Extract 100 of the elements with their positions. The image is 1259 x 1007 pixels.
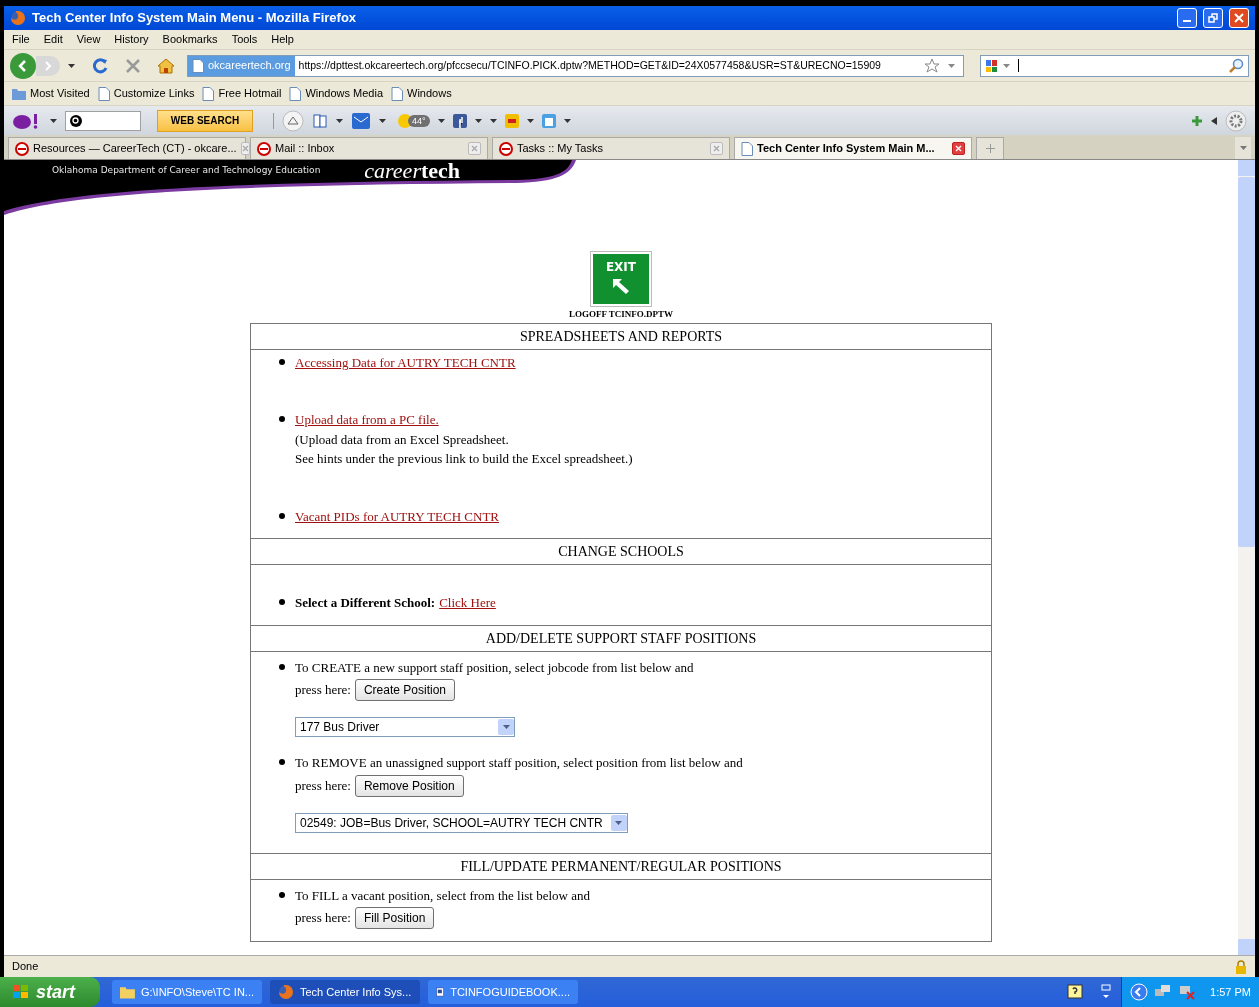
exit-sign-button[interactable]: EXIT <box>591 252 651 306</box>
action-button[interactable]: Remove Position <box>354 774 464 797</box>
bookmark-item[interactable]: Windows <box>391 85 452 102</box>
close-icon <box>1234 13 1244 23</box>
back-button[interactable] <box>10 52 36 79</box>
bookmark-item[interactable]: Free Hotmail <box>202 85 282 102</box>
instruction-text: To FILL a vacant position, select from the list below and <box>295 886 590 905</box>
search-field[interactable] <box>980 54 1249 77</box>
stop-icon[interactable] <box>125 57 141 74</box>
minimize-button[interactable] <box>1177 8 1197 28</box>
bullet-icon <box>279 599 285 605</box>
shop-icon[interactable] <box>504 113 519 128</box>
folder-icon <box>12 87 26 100</box>
taskbar-button[interactable]: Tech Center Info Sys... <box>270 980 420 1004</box>
new-tab-button[interactable] <box>976 137 1004 159</box>
toolbar-tool-icon[interactable] <box>282 109 304 132</box>
calendar-icon[interactable] <box>541 113 556 128</box>
section-header: FILL/UPDATE PERMANENT/REGULAR POSITIONS <box>251 853 991 880</box>
star-icon[interactable] <box>924 57 940 74</box>
mail-icon[interactable] <box>351 111 371 130</box>
browser-tab[interactable]: Tasks :: My Tasks <box>492 137 730 159</box>
home-icon[interactable] <box>157 57 175 74</box>
caret-icon <box>502 725 510 729</box>
action-button[interactable]: Fill Position <box>354 907 435 929</box>
restore-button[interactable] <box>1203 8 1223 28</box>
taskbar-button[interactable]: G:\INFO\Steve\TC IN... <box>112 980 262 1004</box>
click-here-link[interactable]: Click Here <box>439 593 496 613</box>
report-link[interactable]: Upload data from a PC file. <box>295 410 633 430</box>
caret-icon <box>526 118 534 123</box>
status-text: Done <box>12 959 40 975</box>
bullet-icon <box>279 759 285 765</box>
browser-tab[interactable]: Mail :: Inbox <box>250 137 488 159</box>
bookmark-item[interactable]: Windows Media <box>289 85 384 102</box>
bookmark-item[interactable]: Most Visited <box>12 85 90 102</box>
minimize-icon <box>1183 20 1191 22</box>
ring-logo-icon <box>15 141 29 156</box>
caret-icon <box>50 118 57 123</box>
toolbar-search-field[interactable] <box>65 110 141 131</box>
windows-stack-icon[interactable] <box>1099 984 1114 1000</box>
report-link[interactable]: Vacant PIDs for AUTRY TECH CNTR <box>295 506 500 526</box>
site-domain: okcareertech.org <box>208 58 291 74</box>
help-icon[interactable] <box>1067 984 1084 1000</box>
plus-icon[interactable] <box>1191 114 1203 127</box>
menu-item[interactable]: Bookmarks <box>162 31 218 48</box>
menu-item[interactable]: History <box>114 31 149 48</box>
close-button[interactable] <box>1229 8 1249 28</box>
menu-item[interactable]: File <box>12 31 30 48</box>
settings-icon[interactable] <box>1225 109 1247 132</box>
prompt-text: press here: <box>295 776 351 795</box>
tab-list-button[interactable] <box>1235 137 1251 159</box>
site-page-icon <box>192 58 204 73</box>
vertical-scrollbar[interactable] <box>1238 160 1255 955</box>
caret-icon <box>68 63 75 68</box>
bullet-icon <box>279 512 285 519</box>
close-icon <box>955 145 962 152</box>
section-header: CHANGE SCHOOLS <box>251 539 991 565</box>
reload-icon[interactable] <box>91 56 109 75</box>
close-icon <box>471 145 478 152</box>
folder-icon <box>120 985 135 999</box>
prompt-text: press here: <box>295 909 351 928</box>
browser-tab[interactable]: Tech Center Info System Main M... <box>734 137 972 159</box>
url-text: https://dpttest.okcareertech.org/pfccsecu/TCINFO.PICK.dptw?METHOD=GET&ID=24X0577458&USR=ST&URECNO=15909 <box>298 57 882 73</box>
close-tab-button[interactable] <box>952 142 965 155</box>
page-icon <box>741 141 753 156</box>
dropdown-field[interactable]: 02549: JOB=Bus Driver, SCHOOL=AUTRY TECH CNTR <box>295 812 628 833</box>
page-icon <box>289 86 302 101</box>
caret-icon <box>336 118 343 123</box>
windows-logo-icon <box>12 984 30 1000</box>
close-icon <box>241 145 249 152</box>
page-icon <box>97 86 110 101</box>
prompt-text: press here: <box>295 681 351 700</box>
collapse-tray-icon[interactable] <box>1130 983 1149 1001</box>
network-error-icon[interactable] <box>1178 984 1197 1000</box>
menu-item[interactable]: Edit <box>43 31 63 48</box>
ring-logo-icon <box>499 141 513 156</box>
bookmark-item[interactable]: Customize Links <box>97 85 195 102</box>
caret-icon <box>563 118 571 123</box>
search-icon <box>70 114 82 127</box>
taskbar-button[interactable]: TCINFOGUIDEBOOK.... <box>428 980 578 1004</box>
caret-icon <box>437 118 445 123</box>
site-logo: careertech <box>364 160 461 182</box>
report-link[interactable]: Accessing Data for AUTRY TECH CNTR <box>295 352 516 372</box>
menu-item[interactable]: Help <box>271 31 294 48</box>
page-icon <box>202 86 215 101</box>
menu-item[interactable]: Tools <box>231 31 258 48</box>
dropdown-field[interactable]: 177 Bus Driver <box>295 717 515 737</box>
bullet-icon <box>279 358 285 365</box>
organization-name: Oklahoma Department of Career and Technology Education <box>52 164 321 178</box>
action-button[interactable]: Create Position <box>354 679 455 701</box>
search-icon[interactable] <box>1228 57 1244 74</box>
collapse-arrow-icon[interactable] <box>1211 116 1217 125</box>
close-icon <box>713 145 720 152</box>
restore-icon <box>1208 13 1218 23</box>
window-title: Tech Center Info System Main Menu - Mozilla Firefox <box>32 9 358 28</box>
menu-item[interactable]: View <box>76 31 101 48</box>
search-engine-icon <box>985 58 999 73</box>
caret-icon <box>615 820 623 825</box>
address-field[interactable]: okcareertech.org https://dpttest.okcareertech.org/pfccsecu/TCINFO.PICK.dptw?METHOD=GET&ID=24X0577458&USR=ST&URECNO=15909 <box>187 54 964 77</box>
book-icon[interactable] <box>312 112 328 129</box>
web-search-button[interactable]: WEB SEARCH <box>157 109 253 132</box>
